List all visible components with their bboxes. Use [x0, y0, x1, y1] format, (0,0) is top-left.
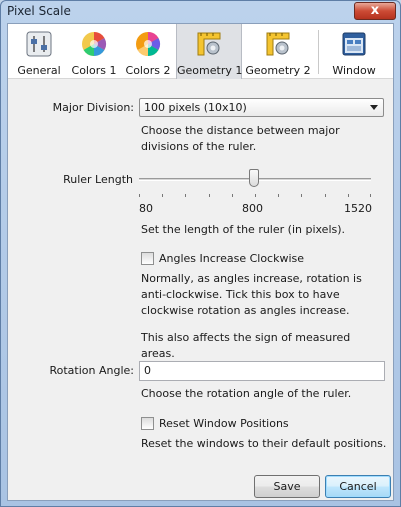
tab-general[interactable]: General	[14, 24, 64, 79]
tab-general-label: General	[17, 64, 61, 77]
rotation-angle-label: Rotation Angle:	[49, 364, 134, 377]
preferences-panel: General Colors 1 Colors 2 Geometry 1 Geo…	[7, 23, 394, 501]
angles-clockwise-description: Normally, as angles increase, rotation i…	[141, 272, 362, 317]
chevron-down-icon	[370, 105, 378, 110]
preferences-toolbar: General Colors 1 Colors 2 Geometry 1 Geo…	[8, 24, 393, 79]
ruler-length-slider-thumb[interactable]	[249, 169, 259, 187]
ruler-length-label: Ruler Length	[63, 173, 133, 186]
ruler-length-min-label: 80	[139, 202, 153, 215]
tab-geometry-1[interactable]: Geometry 1	[176, 24, 242, 79]
cancel-button[interactable]: Cancel	[325, 475, 391, 498]
ruler-length-slider-ticks	[139, 194, 371, 198]
tab-colors-2-label: Colors 2	[125, 64, 171, 77]
rotation-angle-input[interactable]: 0	[139, 361, 385, 381]
tab-geometry-2-label: Geometry 2	[245, 64, 311, 77]
preferences-window: Pixel Scale x General Colors 1 Colors 2 …	[0, 0, 401, 507]
tab-colors-1-label: Colors 1	[71, 64, 117, 77]
tab-geometry-2[interactable]: Geometry 2	[244, 24, 312, 79]
tab-window-label: Window	[332, 64, 376, 77]
reset-windows-label[interactable]: Reset Window Positions	[159, 417, 289, 430]
major-division-description: Choose the distance between major divisi…	[141, 124, 340, 153]
angles-clockwise-checkbox[interactable]	[141, 252, 154, 265]
tab-colors-2[interactable]: Colors 2	[122, 24, 174, 79]
tab-window[interactable]: Window	[324, 24, 384, 79]
close-icon: x	[370, 3, 380, 18]
tab-colors-1[interactable]: Colors 1	[68, 24, 120, 79]
color-wheel-icon	[136, 31, 161, 56]
reset-windows-checkbox[interactable]	[141, 417, 154, 430]
tab-geometry-1-label: Geometry 1	[177, 64, 243, 77]
major-division-select[interactable]: 100 pixels (10x10)	[139, 98, 384, 117]
ruler-length-mid-label: 800	[242, 202, 263, 215]
close-button[interactable]: x	[354, 2, 396, 20]
rotation-angle-description: Choose the rotation angle of the ruler.	[141, 387, 352, 400]
angles-clockwise-label[interactable]: Angles Increase Clockwise	[159, 252, 304, 265]
ruler-length-description: Set the length of the ruler (in pixels).	[141, 223, 346, 236]
major-division-value: 100 pixels (10x10)	[144, 101, 247, 114]
ruler-gear-icon	[197, 32, 221, 56]
window-icon	[342, 32, 366, 56]
color-wheel-icon	[82, 31, 107, 56]
title-bar[interactable]: Pixel Scale x	[1, 1, 400, 21]
ruler-length-max-label: 1520	[344, 202, 372, 215]
reset-windows-description: Reset the windows to their default posit…	[141, 437, 387, 450]
ruler-gear-icon	[266, 32, 290, 56]
save-button[interactable]: Save	[254, 475, 320, 498]
general-settings-icon	[26, 31, 52, 57]
major-division-label: Major Division:	[52, 101, 134, 114]
window-title: Pixel Scale	[7, 4, 71, 18]
angles-clockwise-note: This also affects the sign of measured a…	[141, 331, 351, 360]
toolbar-separator	[318, 30, 319, 74]
